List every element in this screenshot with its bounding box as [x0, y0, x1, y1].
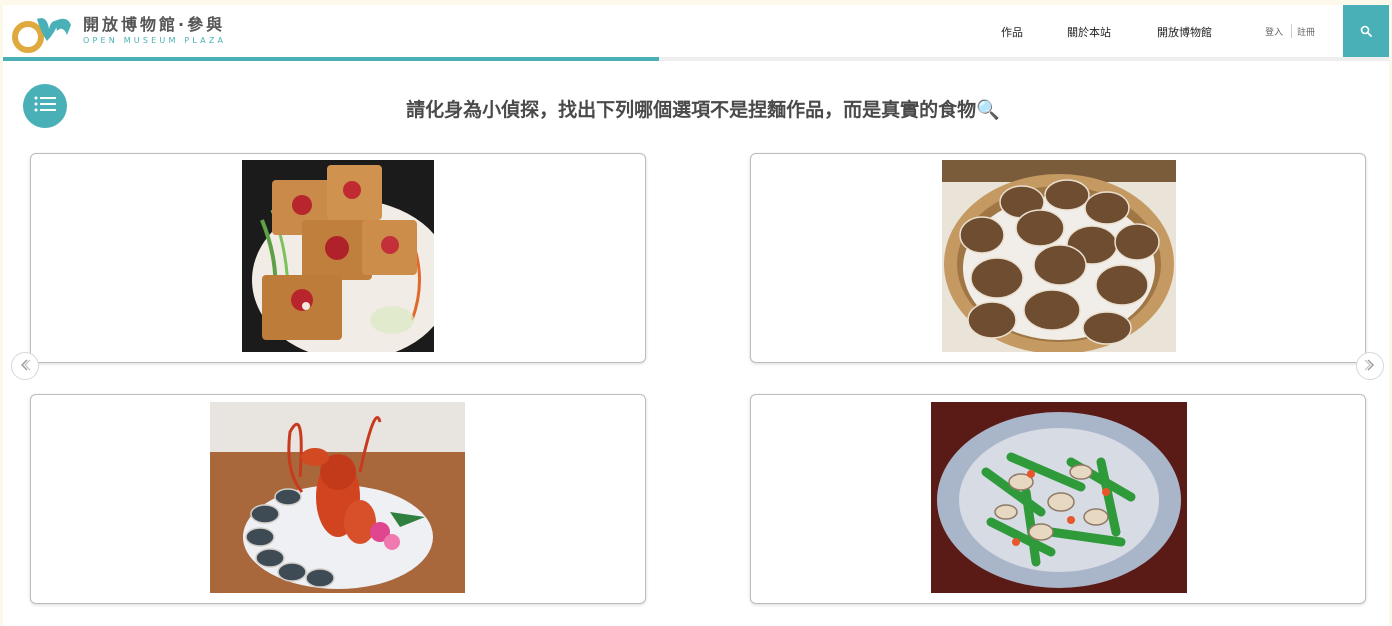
menu-button[interactable] — [23, 84, 67, 128]
chevron-left-icon — [18, 357, 32, 376]
option-image-snowpea — [931, 402, 1187, 593]
next-button[interactable] — [1356, 352, 1384, 380]
chevron-right-icon — [1363, 357, 1377, 376]
brand[interactable]: 開放博物館·參與 OPEN MUSEUM PLAZA — [83, 15, 226, 46]
option-card-1[interactable] — [30, 153, 646, 363]
nav-open-museum[interactable]: 開放博物館 — [1157, 24, 1212, 40]
nav-about[interactable]: 關於本站 — [1067, 24, 1111, 40]
option-card-2[interactable] — [750, 153, 1366, 363]
site-logo[interactable] — [11, 11, 73, 53]
option-image-mushroom — [942, 160, 1176, 352]
page-frame: 開放博物館·參與 OPEN MUSEUM PLAZA 作品 關於本站 開放博物館… — [3, 5, 1389, 626]
register-link[interactable]: 註冊 — [1297, 25, 1315, 38]
login-link[interactable]: 登入 — [1265, 25, 1283, 38]
prev-button[interactable] — [11, 352, 39, 380]
option-card-4[interactable] — [750, 394, 1366, 604]
auth-divider — [1291, 24, 1292, 38]
option-image-tofu — [242, 160, 434, 352]
nav-works[interactable]: 作品 — [1001, 24, 1023, 40]
search-button[interactable] — [1343, 5, 1389, 57]
progress-bar — [3, 57, 659, 61]
brand-subtitle: OPEN MUSEUM PLAZA — [83, 36, 227, 45]
brand-title: 開放博物館·參與 — [83, 15, 226, 34]
quiz-question: 請化身為小偵探，找出下列哪個選項不是捏麵作品，而是真實的食物🔍 — [406, 99, 1000, 121]
list-icon — [34, 96, 56, 116]
site-header: 開放博物館·參與 OPEN MUSEUM PLAZA 作品 關於本站 開放博物館… — [3, 5, 1389, 57]
option-image-lobster — [210, 402, 465, 593]
option-card-3[interactable] — [30, 394, 646, 604]
search-icon — [1360, 22, 1372, 41]
